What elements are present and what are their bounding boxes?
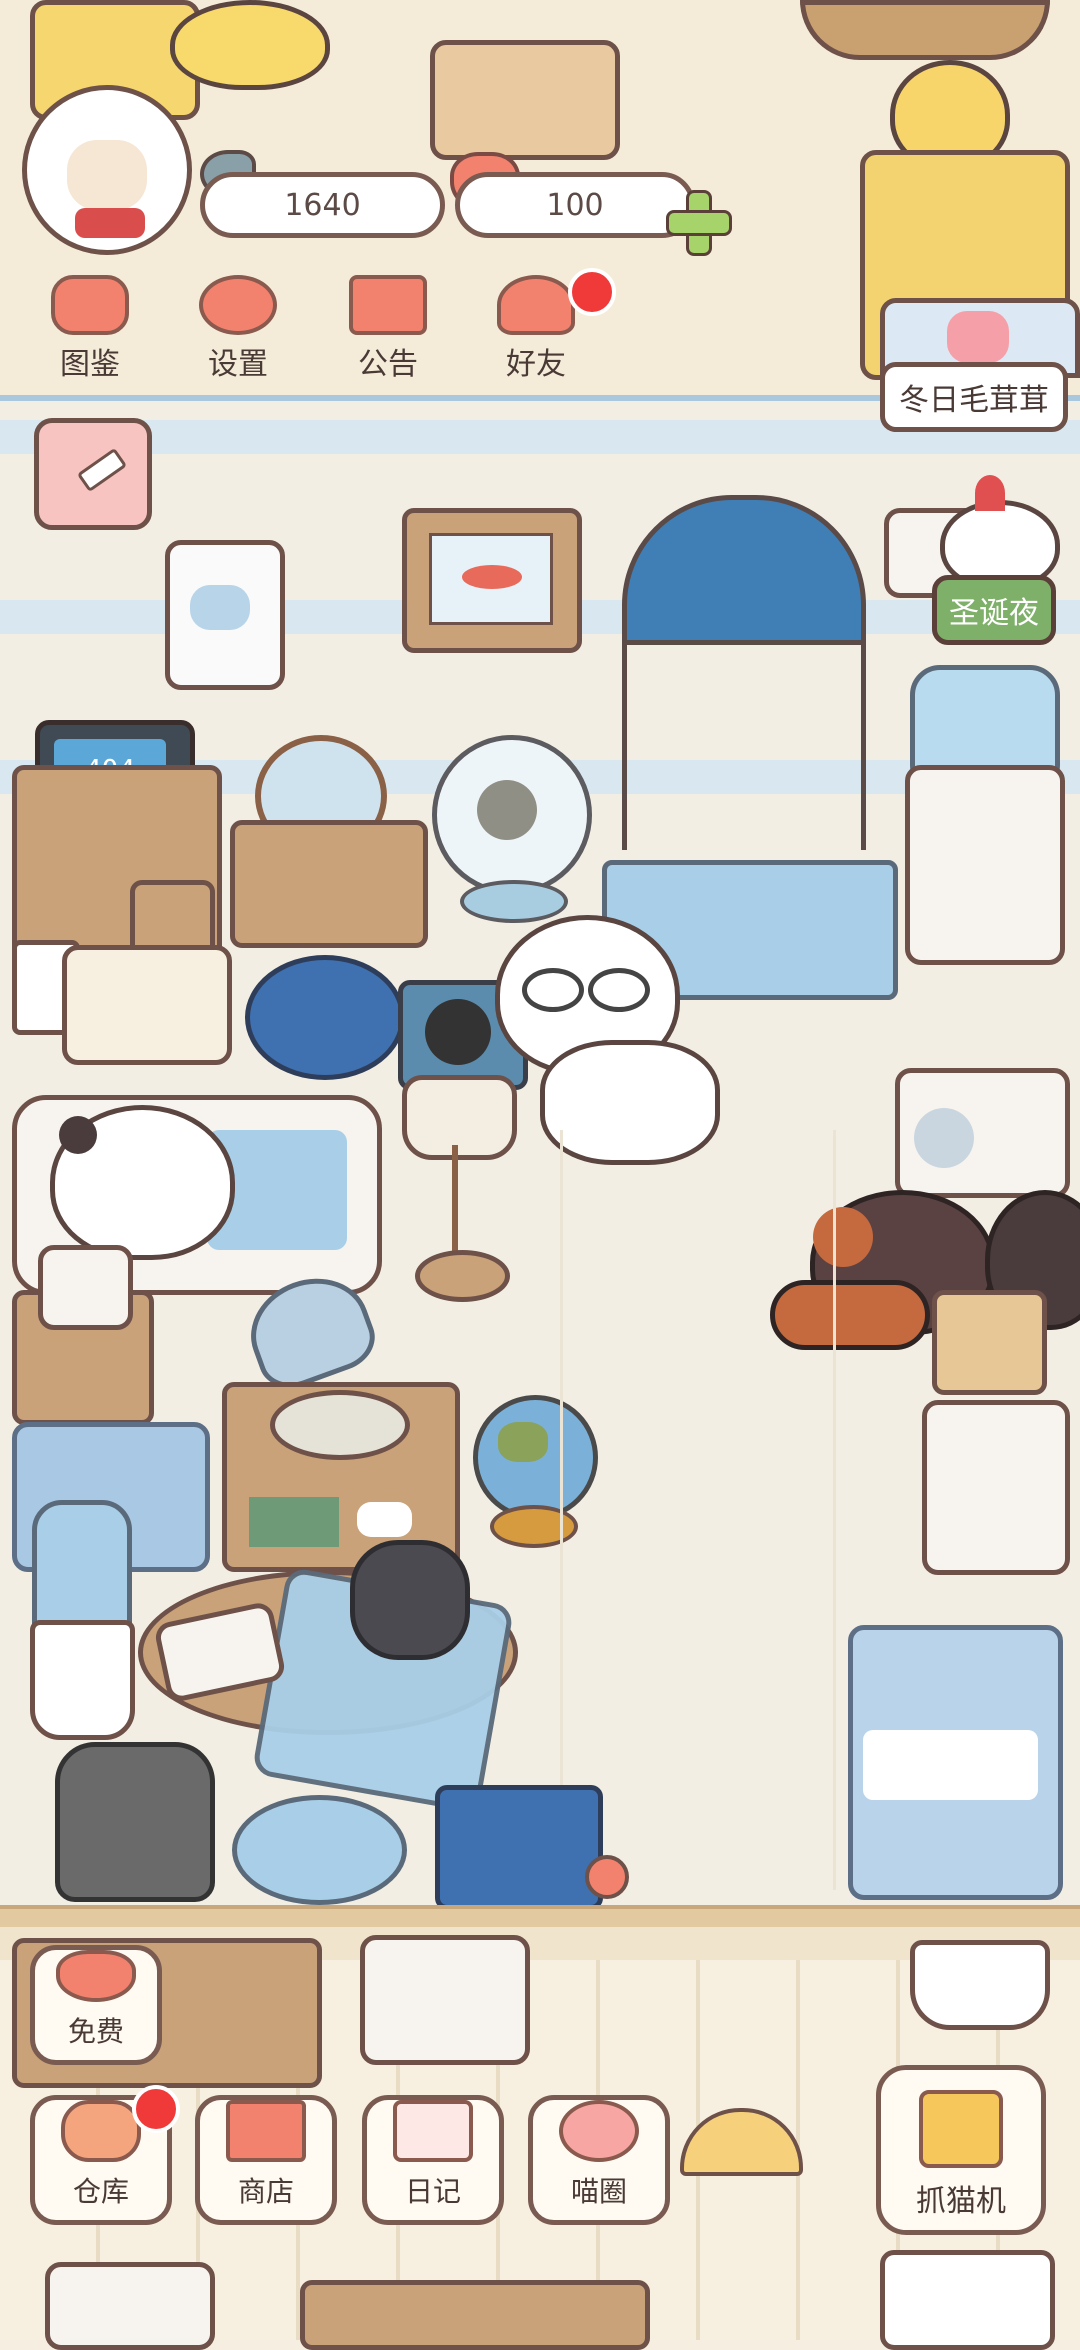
christmas-event-label[interactable]: 圣诞夜: [932, 575, 1056, 645]
diary-button-label: 日记: [404, 2175, 461, 2208]
claw-icon: [919, 2090, 1003, 2168]
heart-counter: 100: [455, 172, 695, 238]
calendar-edit-icon[interactable]: [34, 418, 152, 530]
paw-icon: [947, 311, 1009, 363]
claw-machine-button[interactable]: 抓猫机: [876, 2065, 1046, 2235]
shop-button[interactable]: 商店: [195, 2095, 337, 2225]
gift-icon: [349, 275, 427, 335]
friends-icon: [497, 275, 575, 335]
blue-suitcase[interactable]: [848, 1625, 1063, 1900]
small-toy[interactable]: [585, 1855, 629, 1899]
diary-button[interactable]: 日记: [362, 2095, 504, 2225]
warehouse-button-label: 仓库: [72, 2175, 129, 2208]
cardboard-box: [430, 40, 620, 160]
floor-lamp-base: [415, 1250, 510, 1302]
warehouse-notification-badge: [132, 2085, 180, 2133]
menu-catalog-label: 图鉴: [60, 347, 120, 382]
storage-icon: [61, 2100, 141, 2162]
electric-fan[interactable]: [432, 735, 592, 895]
gear-icon: [199, 275, 277, 335]
cat-circle-button[interactable]: 喵圈: [528, 2095, 670, 2225]
water-dispenser[interactable]: [905, 765, 1065, 965]
shop-icon: [226, 2100, 306, 2162]
free-button[interactable]: 免费: [30, 1945, 162, 2065]
diary-icon: [393, 2100, 473, 2162]
floor-lamp-pole: [452, 1145, 458, 1260]
cat-book-icon: [51, 275, 129, 335]
umbrella-stand: [30, 1620, 135, 1740]
claw-machine-top: [910, 1940, 1050, 2030]
winter-event-label[interactable]: 冬日毛茸茸: [880, 362, 1068, 432]
open-book-stack[interactable]: [62, 945, 232, 1065]
desk-lamp-base: [270, 1390, 410, 1460]
claw-machine-base: [880, 2250, 1055, 2350]
menu-friends-label: 好友: [506, 347, 566, 382]
menu-catalog-button[interactable]: 图鉴: [24, 275, 156, 383]
cat-circle-button-label: 喵圈: [570, 2175, 627, 2208]
heart-icon: [56, 1950, 136, 2002]
fan-base: [460, 880, 568, 923]
blue-tote-bag[interactable]: [435, 1785, 603, 1910]
menu-notice-label: 公告: [358, 347, 418, 382]
menu-settings-button[interactable]: 设置: [172, 275, 304, 383]
floor-cushion[interactable]: [232, 1795, 407, 1905]
floor-tiles: [560, 1130, 836, 1890]
fish-count: 1640: [284, 187, 361, 223]
hanging-scroll[interactable]: [165, 540, 285, 690]
planet-cat-icon: [559, 2100, 639, 2162]
yellow-cat-clock[interactable]: [170, 0, 330, 90]
rice-cooker[interactable]: [922, 1400, 1070, 1575]
claw-machine-button-label: 抓猫机: [916, 2184, 1006, 2219]
free-button-label: 免费: [67, 2015, 124, 2048]
ink-bottle: [350, 1540, 470, 1660]
blue-cushion-bag[interactable]: [245, 955, 405, 1080]
menu-settings-label: 设置: [208, 347, 268, 382]
fish-counter: 1640: [200, 172, 445, 238]
doorway: [622, 630, 866, 850]
heart-count: 100: [546, 187, 604, 223]
top-right-decor: [800, 0, 1050, 60]
avatar[interactable]: [22, 85, 192, 255]
menu-notice-button[interactable]: 公告: [322, 275, 454, 383]
plus-icon[interactable]: [666, 190, 732, 256]
picture-frame[interactable]: [402, 508, 582, 653]
bottom-shelf-item: [45, 2262, 215, 2350]
backpack[interactable]: [55, 1742, 215, 1902]
dresser[interactable]: [230, 820, 428, 948]
shop-button-label: 商店: [237, 2175, 294, 2208]
air-conditioner-unit[interactable]: [895, 1068, 1070, 1198]
sleepy-calico-cat[interactable]: [50, 1105, 235, 1260]
friends-notification-badge: [568, 268, 616, 316]
scratching-post[interactable]: [932, 1290, 1047, 1395]
floor-lamp-shade[interactable]: [402, 1075, 517, 1160]
microwave: [360, 1935, 530, 2065]
paper-stack: [38, 1245, 133, 1330]
